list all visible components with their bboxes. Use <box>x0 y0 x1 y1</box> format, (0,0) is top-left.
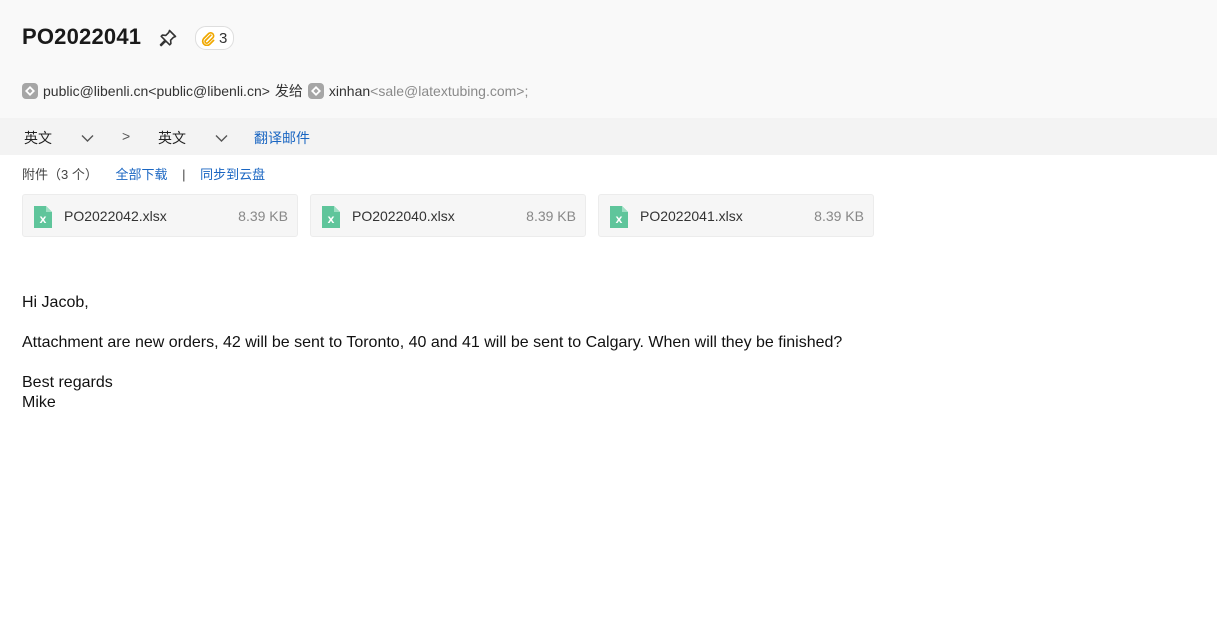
sender-name[interactable]: public@libenli.cn <box>43 83 148 99</box>
excel-file-icon: X <box>609 205 629 234</box>
translate-email-button[interactable]: 翻译邮件 <box>254 128 310 148</box>
attachment-filename: PO2022041.xlsx <box>640 208 743 224</box>
attachment-size: 8.39 KB <box>814 208 864 224</box>
sync-cloud-link[interactable]: 同步到云盘 <box>200 167 265 182</box>
excel-file-icon: X <box>321 205 341 234</box>
paperclip-icon <box>200 30 216 46</box>
download-all-link[interactable]: 全部下载 <box>115 167 167 182</box>
translate-arrow: > <box>122 128 131 144</box>
body-signature: Mike <box>22 394 56 411</box>
svg-text:X: X <box>328 216 335 226</box>
body-closing: Best regards <box>22 374 113 391</box>
email-subject: PO2022041 <box>22 24 142 49</box>
svg-text:X: X <box>40 216 47 226</box>
attachment-card[interactable]: X PO2022040.xlsx 8.39 KB <box>310 194 586 237</box>
email-body: Hi Jacob, Attachment are new orders, 42 … <box>22 293 1172 413</box>
recipient-email[interactable]: <sale@latextubing.com>; <box>370 83 528 99</box>
sender-email[interactable]: <public@libenli.cn> <box>148 83 270 99</box>
avatar-icon <box>22 83 38 99</box>
attachment-filename: PO2022040.xlsx <box>352 208 455 224</box>
attachments-header: 附件（3 个） 全部下载 | 同步到云盘 <box>22 164 265 183</box>
chevron-down-icon[interactable] <box>81 130 94 146</box>
translate-bar: 英文 > 英文 翻译邮件 <box>0 118 1217 155</box>
avatar-icon <box>307 83 324 99</box>
attachment-size: 8.39 KB <box>526 208 576 224</box>
chevron-down-icon[interactable] <box>215 130 228 146</box>
excel-file-icon: X <box>33 205 53 234</box>
separator: | <box>182 167 186 182</box>
body-message: Attachment are new orders, 42 will be se… <box>22 334 843 351</box>
recipient-name[interactable]: xinhan <box>329 83 370 99</box>
attachment-card[interactable]: X PO2022042.xlsx 8.39 KB <box>22 194 298 237</box>
attachment-card[interactable]: X PO2022041.xlsx 8.39 KB <box>598 194 874 237</box>
target-language-select[interactable]: 英文 <box>158 128 186 148</box>
svg-text:X: X <box>616 216 623 226</box>
attachment-count-badge[interactable]: 3 <box>195 26 235 50</box>
sent-to-label: 发给 <box>274 83 303 99</box>
attachment-filename: PO2022042.xlsx <box>64 208 167 224</box>
pin-icon[interactable] <box>157 27 179 49</box>
source-language-select[interactable]: 英文 <box>24 128 52 148</box>
attachments-label: 附件（3 个） <box>22 167 98 182</box>
email-header: PO2022041 3 public@libenli.cn <public@lib… <box>0 0 1217 118</box>
body-greeting: Hi Jacob, <box>22 294 89 311</box>
attachment-size: 8.39 KB <box>238 208 288 224</box>
address-line: public@libenli.cn <public@libenli.cn> 发给 … <box>22 81 528 101</box>
attachment-count: 3 <box>219 29 228 47</box>
